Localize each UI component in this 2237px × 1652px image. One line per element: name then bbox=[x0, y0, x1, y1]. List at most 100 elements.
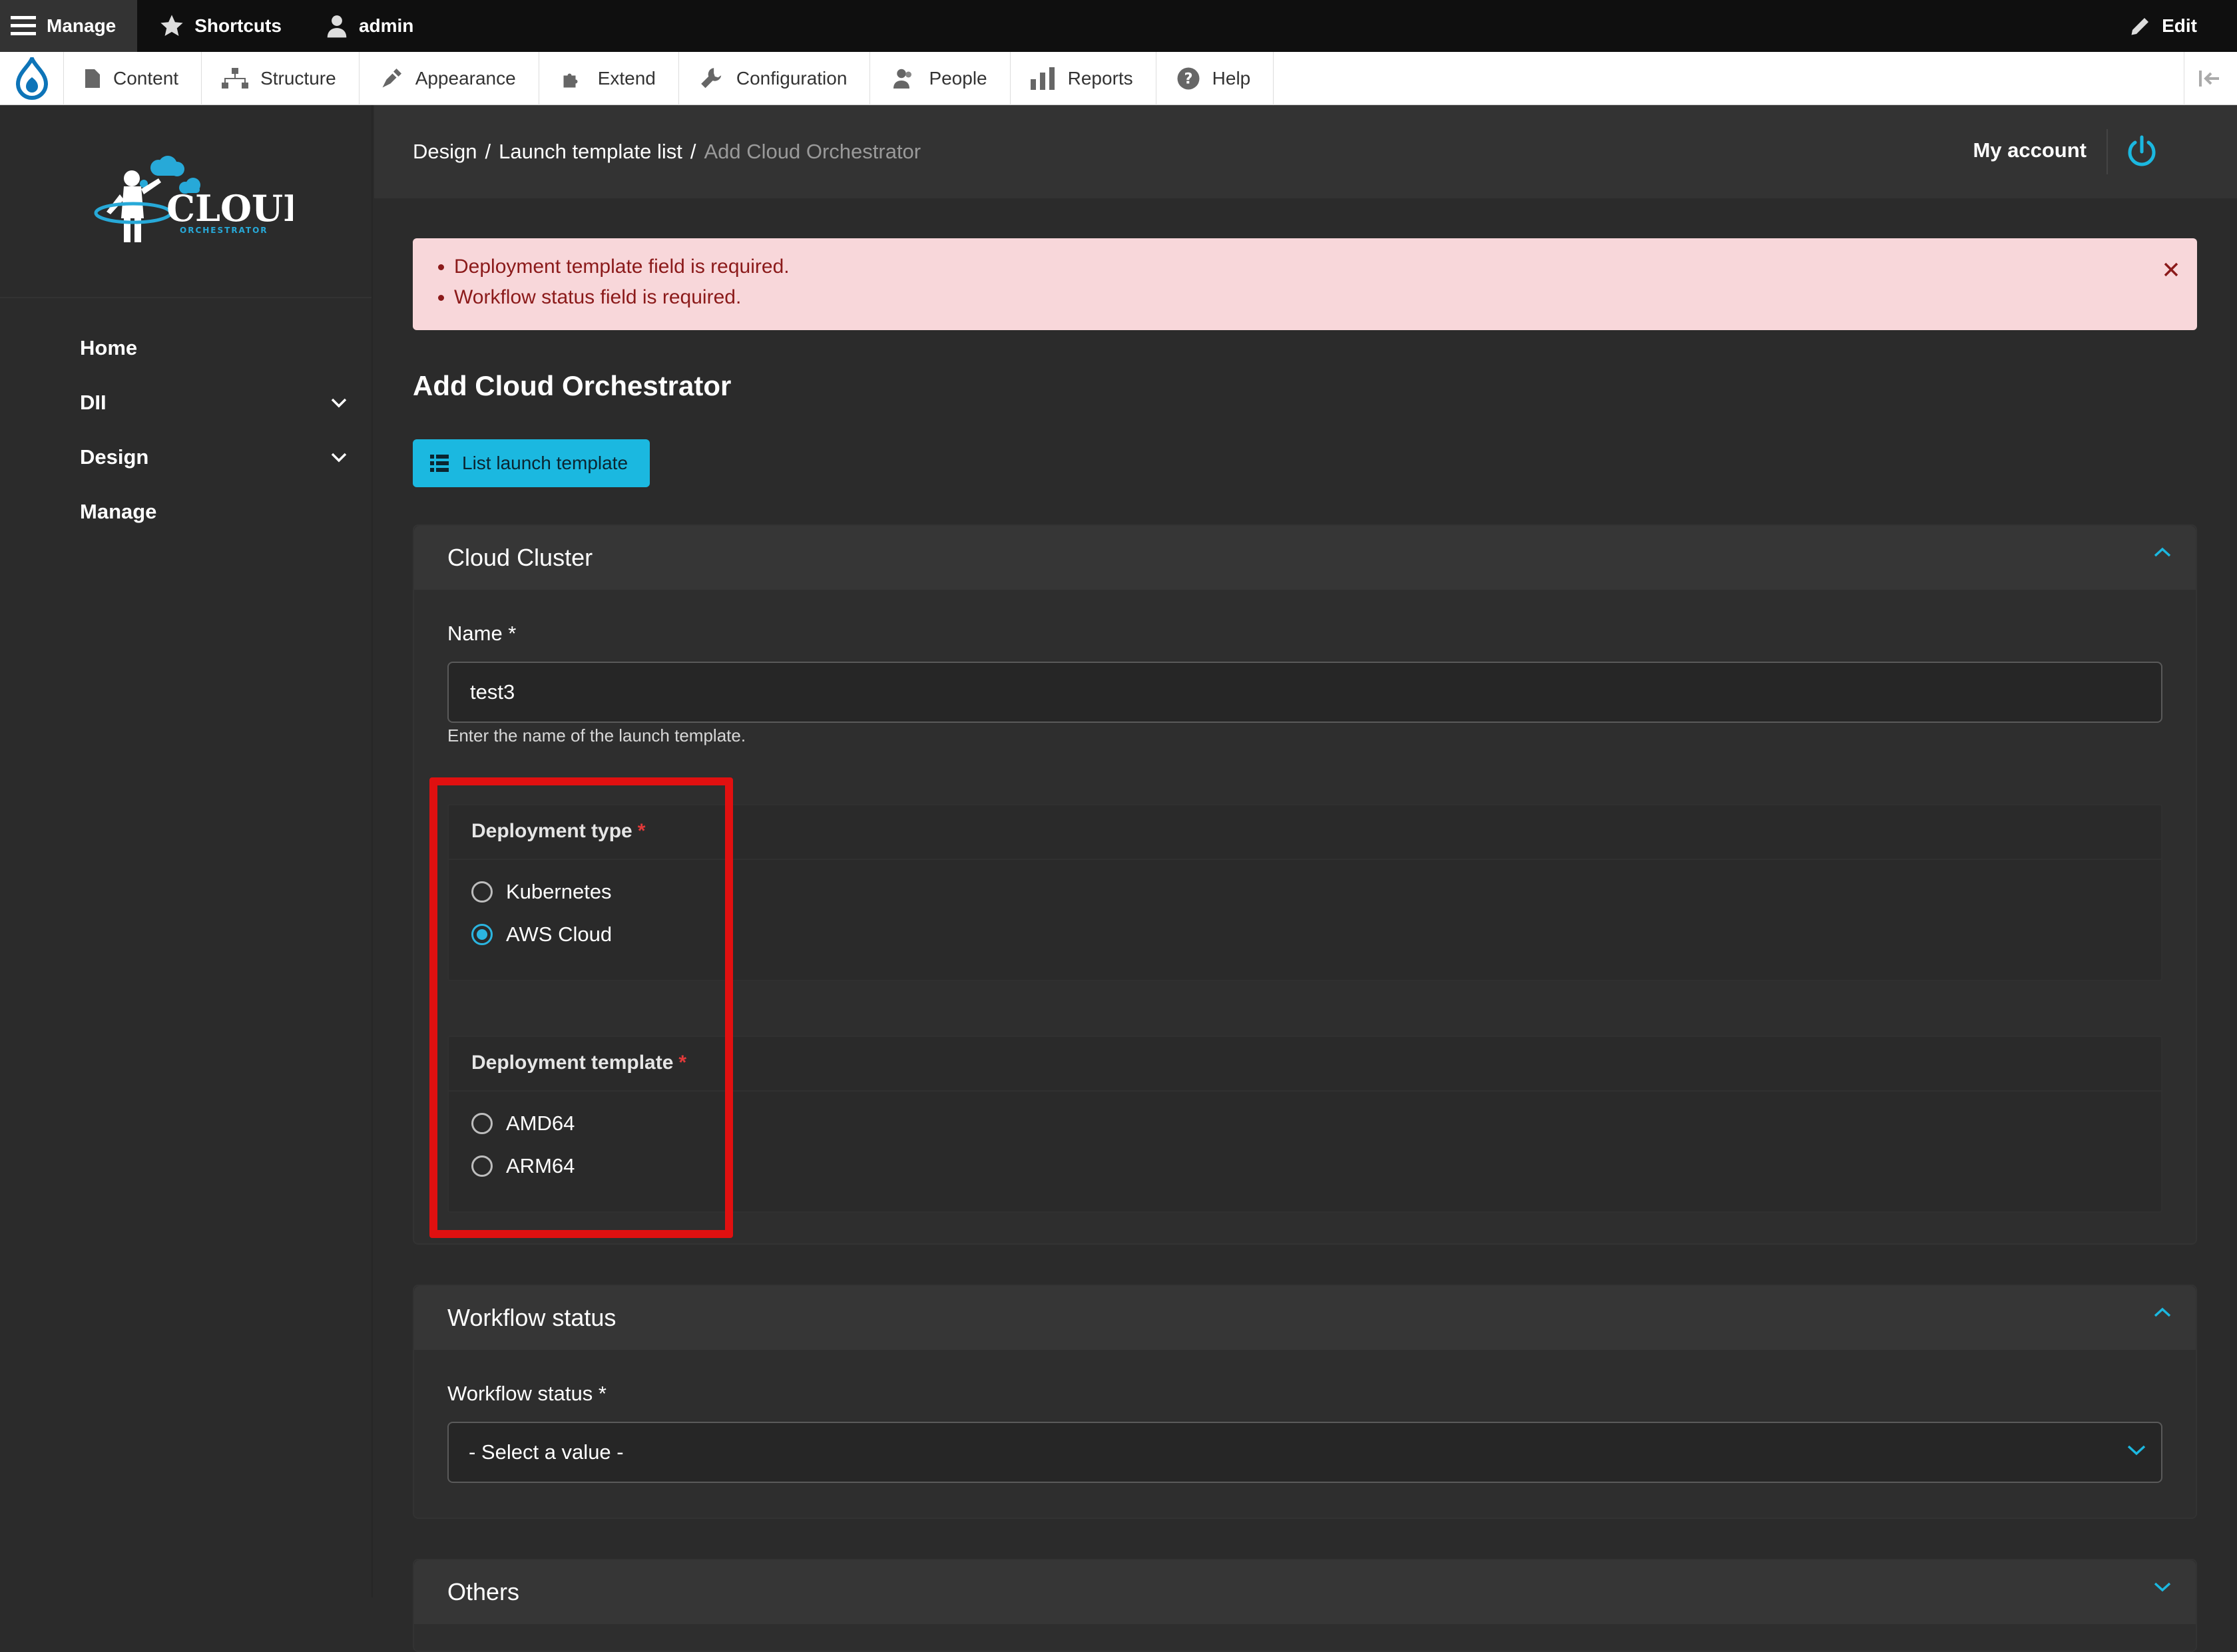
manage-label: Manage bbox=[47, 15, 117, 36]
radio-kubernetes[interactable]: Kubernetes bbox=[471, 880, 612, 904]
radio-label: Kubernetes bbox=[506, 880, 612, 903]
cloud-orchestrator-logo: CLOUD ORCHESTRATOR bbox=[94, 156, 293, 242]
close-icon bbox=[2164, 262, 2178, 277]
workflow-status-label: Workflow status * bbox=[447, 1382, 607, 1405]
user-icon bbox=[327, 15, 347, 38]
puzzle-icon bbox=[563, 73, 578, 87]
admin-toolbar: Manage Shortcuts admin Edit bbox=[0, 0, 2237, 52]
shortcuts-button[interactable]: Shortcuts bbox=[137, 0, 303, 52]
alert-close-button[interactable] bbox=[2162, 261, 2180, 284]
page-header: Design / Launch template list / Add Clou… bbox=[374, 105, 2237, 198]
manage-menu-button[interactable]: Manage bbox=[0, 0, 138, 52]
radio-circle[interactable] bbox=[471, 1113, 493, 1134]
panel-title: Cloud Cluster bbox=[447, 544, 593, 571]
name-input[interactable]: test3 bbox=[447, 662, 2162, 723]
fieldset-header bbox=[449, 1037, 2161, 1092]
name-input-value: test3 bbox=[470, 680, 515, 704]
collapse-left-icon bbox=[2198, 71, 2219, 87]
sidebar: CLOUD ORCHESTRATOR Home DII Design Manag… bbox=[0, 105, 373, 1597]
edit-button[interactable]: Edit bbox=[2107, 0, 2218, 52]
sidebar-item-label: Design bbox=[80, 445, 149, 469]
radio-circle[interactable] bbox=[471, 881, 493, 903]
tray-item-reports[interactable]: Reports bbox=[1011, 51, 1156, 105]
radio-amd64[interactable]: AMD64 bbox=[471, 1112, 575, 1136]
error-message: Workflow status field is required. bbox=[454, 286, 2197, 309]
deployment-template-fieldset: Deployment template * AMD64 ARM64 bbox=[447, 1036, 2162, 1213]
user-button[interactable]: admin bbox=[303, 0, 435, 52]
shortcuts-label: Shortcuts bbox=[194, 15, 282, 36]
radio-label: AMD64 bbox=[506, 1112, 575, 1135]
user-label: admin bbox=[358, 15, 414, 36]
tray-item-extend[interactable]: Extend bbox=[539, 51, 679, 105]
bar-chart-icon bbox=[1030, 67, 1055, 90]
panel-title: Others bbox=[447, 1578, 520, 1605]
breadcrumb-separator: / bbox=[485, 140, 491, 163]
chevron-down-icon bbox=[2127, 1445, 2146, 1456]
list-launch-template-button[interactable]: List launch template bbox=[413, 439, 650, 487]
radio-arm64[interactable]: ARM64 bbox=[471, 1154, 575, 1178]
people-icon bbox=[893, 69, 912, 89]
workflow-status-header[interactable]: Workflow status bbox=[414, 1286, 2196, 1350]
tray-item-people[interactable]: People bbox=[870, 51, 1011, 105]
tray-item-label: Extend bbox=[597, 67, 656, 89]
breadcrumb: Design / Launch template list / Add Clou… bbox=[413, 140, 921, 164]
tray-item-label: Configuration bbox=[736, 67, 848, 89]
name-help-text: Enter the name of the launch template. bbox=[447, 725, 746, 745]
logo-subtitle: ORCHESTRATOR bbox=[180, 226, 268, 235]
sidebar-item-manage[interactable]: Manage bbox=[0, 485, 372, 539]
radio-circle-selected[interactable] bbox=[471, 924, 493, 945]
legend-text: Deployment template bbox=[471, 1052, 674, 1074]
sidebar-item-dii[interactable]: DII bbox=[0, 375, 372, 430]
breadcrumb-link-design[interactable]: Design bbox=[413, 140, 477, 164]
sidebar-item-home[interactable]: Home bbox=[0, 321, 372, 375]
site-logo[interactable]: CLOUD ORCHESTRATOR bbox=[0, 105, 372, 298]
tray-item-appearance[interactable]: Appearance bbox=[360, 51, 539, 105]
edit-label: Edit bbox=[2162, 15, 2197, 36]
pencil-icon bbox=[2131, 18, 2149, 35]
breadcrumb-link-launch-template-list[interactable]: Launch template list bbox=[499, 140, 682, 164]
sidebar-item-label: DII bbox=[80, 391, 107, 414]
svg-text:?: ? bbox=[1184, 70, 1192, 87]
chevron-up-icon bbox=[2154, 547, 2171, 557]
radio-aws-cloud[interactable]: AWS Cloud bbox=[471, 923, 612, 946]
sidebar-item-label: Manage bbox=[80, 500, 157, 523]
logout-button[interactable] bbox=[2125, 134, 2158, 172]
deployment-type-fieldset: Deployment type * Kubernetes AWS Cloud bbox=[447, 804, 2162, 981]
page-title: Add Cloud Orchestrator bbox=[413, 370, 732, 401]
tray-item-help[interactable]: ? Help bbox=[1156, 51, 1274, 105]
logo-title: CLOUD bbox=[166, 187, 293, 230]
sidebar-item-design[interactable]: Design bbox=[0, 430, 372, 485]
cloud-cluster-header[interactable]: Cloud Cluster bbox=[414, 526, 2196, 590]
power-icon bbox=[2128, 135, 2156, 166]
error-list: Deployment template field is required. W… bbox=[454, 256, 2197, 309]
others-header[interactable]: Others bbox=[414, 1560, 2196, 1624]
header-divider bbox=[2107, 129, 2108, 174]
required-mark: * bbox=[637, 820, 646, 842]
sitemap-icon bbox=[222, 67, 249, 89]
workflow-status-select[interactable]: - Select a value - bbox=[447, 1422, 2162, 1483]
my-account-link[interactable]: My account bbox=[1973, 138, 2087, 162]
tray-item-label: People bbox=[929, 67, 987, 89]
tray-item-configuration[interactable]: Configuration bbox=[679, 51, 871, 105]
radio-label: ARM64 bbox=[506, 1154, 575, 1177]
name-label: Name * bbox=[447, 622, 517, 645]
tray-item-content[interactable]: Content bbox=[64, 51, 202, 105]
chevron-down-icon bbox=[2154, 1582, 2171, 1592]
file-icon bbox=[85, 69, 100, 88]
tray-orientation-toggle[interactable] bbox=[2184, 52, 2237, 105]
question-icon: ? bbox=[1177, 67, 1200, 89]
deployment-type-legend: Deployment type * bbox=[471, 820, 645, 843]
drupal-home-link[interactable] bbox=[0, 51, 64, 105]
breadcrumb-current: Add Cloud Orchestrator bbox=[704, 140, 921, 163]
radio-circle[interactable] bbox=[471, 1155, 493, 1177]
tray-item-label: Content bbox=[113, 67, 179, 89]
chevron-up-icon bbox=[2154, 1307, 2171, 1317]
tray-item-label: Reports bbox=[1067, 67, 1133, 89]
list-icon bbox=[430, 455, 449, 472]
error-message: Deployment template field is required. bbox=[454, 256, 2197, 278]
panel-title: Workflow status bbox=[447, 1304, 617, 1331]
error-alert: Deployment template field is required. W… bbox=[413, 238, 2197, 330]
select-value: - Select a value - bbox=[469, 1440, 624, 1464]
tray-item-label: Help bbox=[1212, 67, 1251, 89]
tray-item-structure[interactable]: Structure bbox=[202, 51, 360, 105]
